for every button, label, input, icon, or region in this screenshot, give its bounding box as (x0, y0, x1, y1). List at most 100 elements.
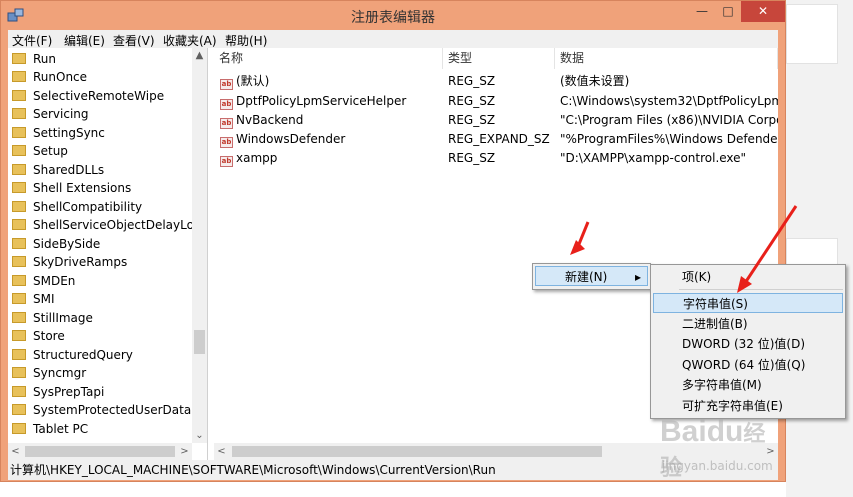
scroll-up-icon[interactable]: ▲ (192, 48, 207, 63)
tree-item-label: SkyDriveRamps (33, 255, 128, 269)
tree-vertical-scrollbar[interactable]: ▲ ⌄ (192, 48, 207, 443)
menu-bar: 文件(F) 编辑(E) 查看(V) 收藏夹(A) 帮助(H) (8, 30, 778, 48)
submenu-item-key[interactable]: 项(K) (653, 267, 843, 287)
context-menu: 新建(N) ▸ (532, 263, 651, 290)
tree-item-label: ShellServiceObjectDelayLoad (33, 218, 208, 232)
tree-item[interactable]: Servicing (12, 105, 89, 123)
value-row[interactable]: ab NvBackend REG_SZ "C:\Program Files (x8… (214, 111, 778, 130)
value-row[interactable]: ab WindowsDefender REG_EXPAND_SZ "%Progra… (214, 130, 778, 149)
tree-item[interactable]: Tablet PC (12, 420, 88, 438)
submenu-item-multi-string-value[interactable]: 多字符串值(M) (653, 375, 843, 395)
watermark-paw: du (706, 415, 744, 448)
maximize-button[interactable]: □ (715, 1, 741, 22)
tree-item[interactable]: SysPrepTapi (12, 383, 104, 401)
tree-item[interactable]: SMDEn (12, 272, 75, 290)
context-menu-new[interactable]: 新建(N) ▸ (535, 266, 648, 286)
tree-item[interactable]: SelectiveRemoteWipe (12, 87, 164, 105)
column-header-type[interactable]: 类型 (443, 48, 555, 69)
submenu-item-string-value[interactable]: 字符串值(S) (653, 293, 843, 313)
value-data: (数值未设置) (560, 74, 630, 88)
value-data: "D:\XAMPP\xampp-control.exe" (560, 151, 747, 165)
tree-item[interactable]: Setup (12, 142, 68, 160)
submenu-item-expandable-string-value[interactable]: 可扩充字符串值(E) (653, 396, 843, 416)
column-header-name[interactable]: 名称 (214, 48, 443, 69)
menu-edit[interactable]: 编辑(E) (64, 32, 105, 49)
tree-item[interactable]: Syncmgr (12, 364, 86, 382)
tree-item[interactable]: SystemProtectedUserData (12, 401, 191, 419)
key-tree: Run RunOnce SelectiveRemoteWipe Servicin… (8, 48, 208, 460)
tree-item-label: Tablet PC (33, 422, 89, 436)
tree-item-label: ShellCompatibility (33, 200, 143, 214)
value-type: REG_SZ (448, 94, 496, 108)
string-value-icon: ab (220, 118, 233, 129)
scroll-left-icon[interactable]: < (8, 444, 23, 459)
background-right-panel (786, 0, 853, 497)
string-value-icon: ab (220, 99, 233, 110)
tree-item[interactable]: RunOnce (12, 68, 87, 86)
tree-item[interactable]: StillImage (12, 309, 93, 327)
folder-icon (12, 145, 26, 156)
folder-icon (12, 349, 26, 360)
tree-item-label: Setup (33, 144, 68, 158)
tree-item[interactable]: SMI (12, 290, 55, 308)
value-row[interactable]: ab (默认) REG_SZ (数值未设置) (214, 72, 778, 91)
value-name-cell: ab xampp (220, 149, 442, 168)
submenu-item-dword-value[interactable]: DWORD (32 位)值(D) (653, 334, 843, 354)
folder-icon (12, 293, 26, 304)
tree-item[interactable]: SettingSync (12, 124, 105, 142)
submenu-item-qword-value[interactable]: QWORD (64 位)值(Q) (653, 355, 843, 375)
tree-item[interactable]: SkyDriveRamps (12, 253, 127, 271)
scroll-right-icon[interactable]: > (177, 444, 192, 459)
watermark-brand: Bai (660, 415, 707, 448)
tree-item[interactable]: Store (12, 327, 65, 345)
folder-icon (12, 53, 26, 64)
column-header-data[interactable]: 数据 (555, 48, 778, 69)
tree-item-run[interactable]: Run (12, 50, 56, 68)
tree-item-label: Servicing (33, 107, 89, 121)
folder-icon (12, 386, 26, 397)
value-name: WindowsDefender (236, 132, 346, 146)
tree-item-label: StillImage (33, 311, 93, 325)
tree-item[interactable]: ShellCompatibility (12, 198, 142, 216)
scroll-left-icon[interactable]: < (214, 444, 229, 459)
scroll-thumb[interactable] (194, 330, 205, 354)
menu-view[interactable]: 查看(V) (113, 32, 155, 49)
tree-item-label: SysPrepTapi (33, 385, 105, 399)
menu-file[interactable]: 文件(F) (12, 32, 52, 49)
watermark-url: jingyan.baidu.com (662, 459, 773, 473)
value-name-cell: ab NvBackend (220, 111, 442, 130)
value-name-cell: ab (默认) (220, 72, 442, 91)
tree-item[interactable]: ShellServiceObjectDelayLoad (12, 216, 208, 234)
scroll-thumb[interactable] (232, 446, 602, 457)
tree-item[interactable]: Shell Extensions (12, 179, 131, 197)
folder-icon (12, 108, 26, 119)
value-type: REG_SZ (448, 151, 496, 165)
value-type: REG_SZ (448, 74, 496, 88)
tree-item-label: Store (33, 329, 65, 343)
tree-item[interactable]: StructuredQuery (12, 346, 133, 364)
tree-item[interactable]: SideBySide (12, 235, 100, 253)
menu-help[interactable]: 帮助(H) (225, 32, 267, 49)
tree-item-label: SMDEn (33, 274, 76, 288)
value-name: NvBackend (236, 113, 304, 127)
tree-item-label: SelectiveRemoteWipe (33, 89, 165, 103)
scroll-thumb[interactable] (25, 446, 175, 457)
folder-icon (12, 423, 26, 434)
tree-item-label: SideBySide (33, 237, 101, 251)
title-bar[interactable]: 注册表编辑器 — □ ✕ (1, 1, 785, 30)
menu-separator (679, 289, 843, 290)
close-button[interactable]: ✕ (741, 1, 785, 22)
tree-item[interactable]: SharedDLLs (12, 161, 104, 179)
string-value-icon: ab (220, 156, 233, 167)
value-data: C:\Windows\system32\DptfPolicyLpmSer (560, 94, 778, 108)
value-row[interactable]: ab xampp REG_SZ "D:\XAMPP\xampp-control.e… (214, 149, 778, 168)
menu-favorites[interactable]: 收藏夹(A) (163, 32, 217, 49)
tree-item-label: SystemProtectedUserData (33, 403, 192, 417)
tree-item-label: SettingSync (33, 126, 105, 140)
submenu-item-binary-value[interactable]: 二进制值(B) (653, 314, 843, 334)
value-row[interactable]: ab DptfPolicyLpmServiceHelper REG_SZ C:\W… (214, 92, 778, 111)
scroll-down-icon[interactable]: ⌄ (192, 428, 207, 443)
tree-horizontal-scrollbar[interactable]: < > (8, 443, 192, 460)
minimize-button[interactable]: — (689, 1, 715, 22)
new-label: 新建(N) (565, 270, 608, 284)
